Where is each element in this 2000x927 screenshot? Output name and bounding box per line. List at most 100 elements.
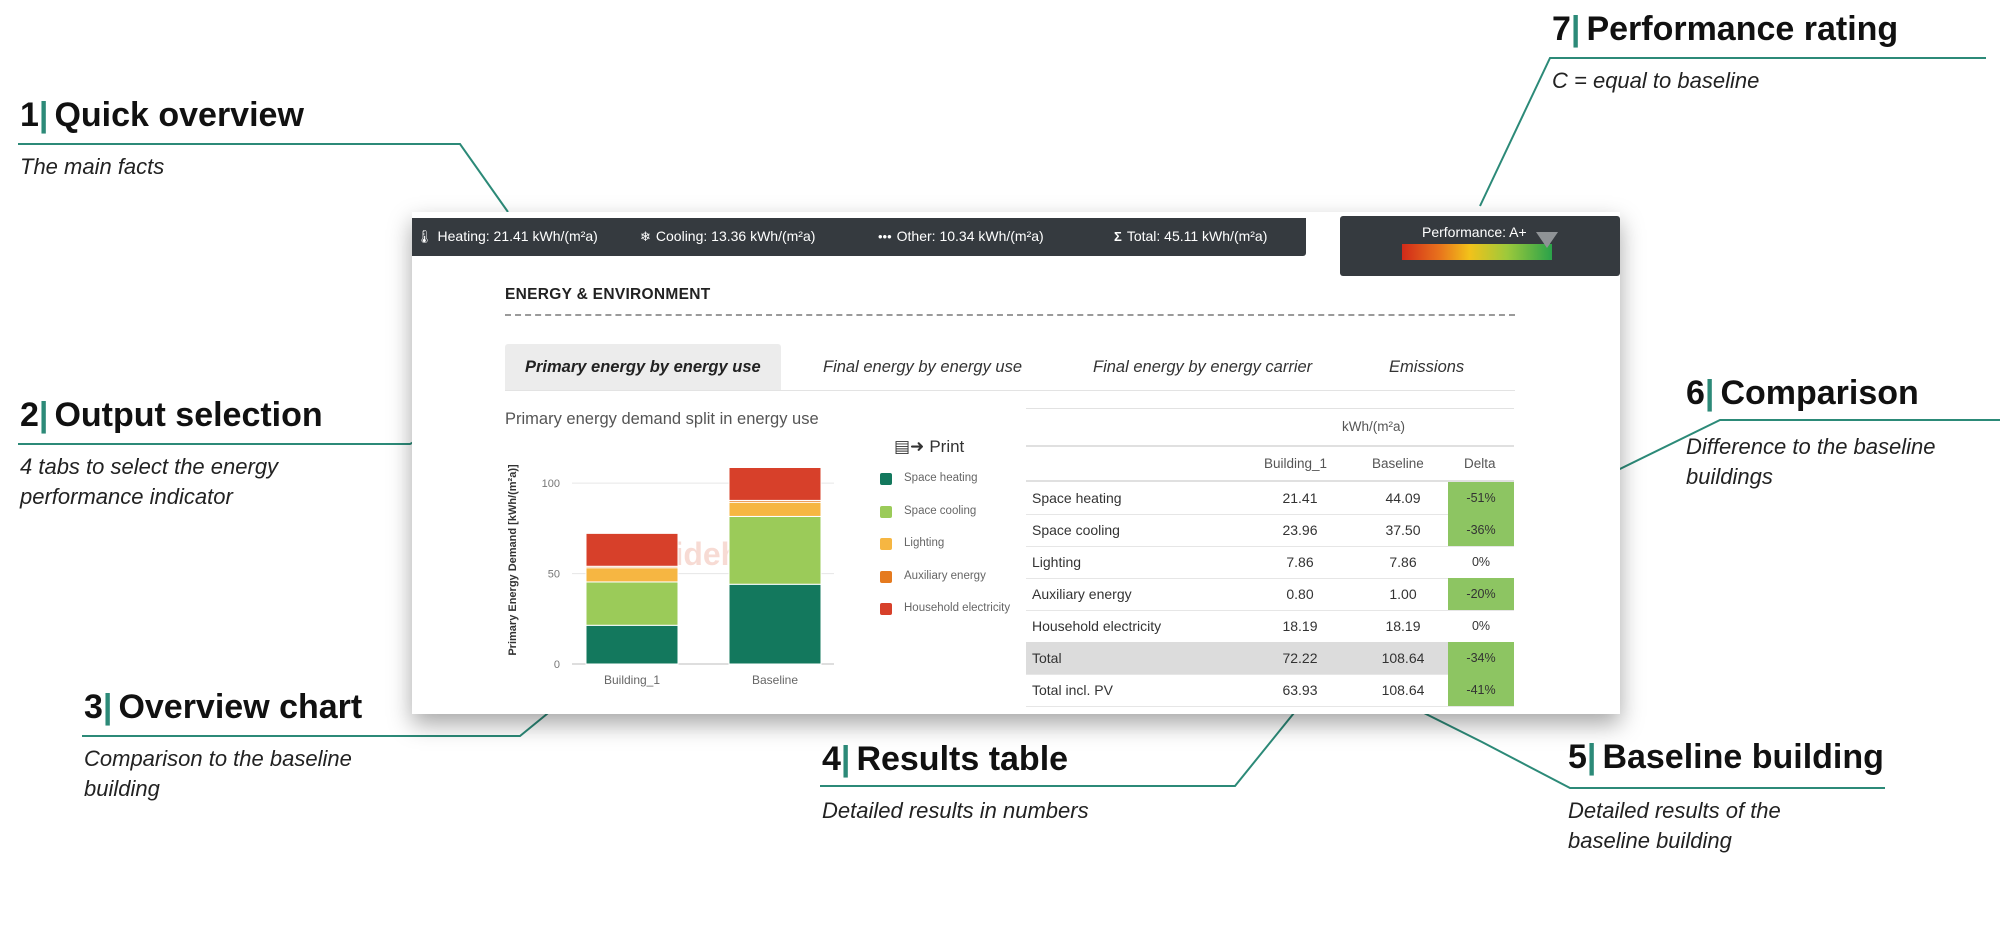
print-icon: ▤➜	[894, 437, 925, 456]
performance-label: Performance: A+	[1422, 224, 1527, 240]
x-tick-label: Building_1	[604, 673, 660, 687]
heating-stat: 🌡 Heating: 21.41 kWh/(m²a)	[416, 228, 598, 244]
callout-overview-chart-subtitle: Comparison to the baseline building	[84, 746, 352, 801]
tab-final-energy-by-energy-carrier[interactable]: Final energy by energy carrier	[1093, 344, 1312, 390]
delta-value: -41%	[1448, 674, 1514, 706]
table-row: Household electricity 18.19 18.19 0%	[1026, 610, 1514, 643]
delta-value: 0%	[1471, 619, 1491, 633]
row-label: Household electricity	[1032, 618, 1162, 634]
bar-segment	[585, 532, 679, 567]
tab-final-energy-by-energy-use[interactable]: Final energy by energy use	[823, 344, 1022, 390]
legend-label: Lighting	[904, 537, 945, 549]
x-tick-label: Baseline	[752, 673, 798, 687]
legend-swatch	[880, 603, 892, 615]
thermometer-icon: 🌡	[416, 229, 433, 244]
legend-label: Space heating	[904, 472, 978, 484]
legend-swatch	[880, 570, 892, 583]
performance-pointer-icon	[1536, 232, 1558, 248]
callout-baseline-building-title: 5| Baseline building	[1568, 738, 1884, 776]
table-row: Space cooling 23.96 37.50 -36%	[1026, 514, 1514, 547]
baseline-value: 1.00	[1389, 586, 1417, 602]
other-stat: ••• Other: 10.34 kWh/(m²a)	[878, 228, 1044, 244]
header-baseline: Baseline	[1372, 456, 1424, 471]
callout-quick-overview-title: 1| Quick overview	[20, 96, 304, 134]
legend-label: Space cooling	[904, 504, 977, 517]
callout-comparison-subtitle: Difference to the baseline buildings	[1686, 434, 1936, 489]
callout-results-table-title: 4| Results table	[822, 740, 1069, 778]
baseline-value: 44.09	[1385, 490, 1421, 506]
building-value: 18.19	[1282, 618, 1318, 634]
building-value: 72.22	[1282, 650, 1318, 666]
y-tick-label: 100	[542, 478, 560, 490]
callout-performance-rating-subtitle: C = equal to baseline	[1552, 68, 1760, 93]
baseline-value: 7.86	[1389, 554, 1417, 570]
legend-swatch	[880, 538, 892, 550]
bar-segment	[728, 467, 822, 501]
dots-icon: •••	[878, 229, 892, 244]
bar-segment	[728, 501, 822, 517]
header-delta: Delta	[1464, 456, 1496, 471]
baseline-value: 108.64	[1381, 682, 1425, 698]
row-label: Space heating	[1032, 490, 1122, 506]
building-value: 23.96	[1282, 522, 1318, 538]
output-tabs: Primary energy by energy use Final energ…	[505, 344, 1515, 391]
bar-segment	[585, 581, 679, 626]
bar-segment	[728, 515, 822, 585]
table-row: Auxiliary energy 0.80 1.00 -20%	[1026, 578, 1514, 611]
tab-emissions[interactable]: Emissions	[1389, 344, 1464, 390]
baseline-value: 108.64	[1381, 650, 1425, 666]
bar-segment	[585, 567, 679, 583]
bar-segment	[728, 583, 822, 665]
performance-scale	[1402, 244, 1552, 260]
legend-label: Household electricity	[904, 602, 1011, 614]
section-title: ENERGY & ENVIRONMENT	[505, 286, 711, 303]
callout-quick-overview-subtitle: The main facts	[20, 154, 165, 179]
callout-output-selection-title: 2| Output selection	[20, 396, 323, 434]
delta-value: -36%	[1448, 514, 1514, 546]
building-value: 21.41	[1282, 490, 1318, 506]
cooling-stat: ❄ Cooling: 13.36 kWh/(m²a)	[640, 228, 816, 244]
row-label: Auxiliary energy	[1032, 586, 1132, 602]
overview-chart: 050100Primary Energy Demand [kWh/(m²a)] G…	[507, 464, 834, 687]
print-button[interactable]: ▤➜ Print	[894, 437, 964, 457]
delta-value: -20%	[1448, 578, 1514, 610]
row-label: Space cooling	[1032, 522, 1120, 538]
callout-performance-rating-title: 7| Performance rating	[1552, 10, 1899, 48]
table-header-row: Building_1 Baseline Delta	[1026, 446, 1514, 482]
row-label: Total	[1032, 650, 1062, 666]
sigma-icon: Σ	[1114, 229, 1122, 244]
callout-output-selection-subtitle: 4 tabs to select the energy performance …	[20, 454, 279, 509]
y-tick-label: 50	[548, 569, 560, 581]
table-unit: kWh/(m²a)	[1342, 419, 1405, 434]
bar-segment	[585, 624, 679, 665]
delta-value: -34%	[1448, 642, 1514, 674]
y-tick-label: 0	[554, 659, 560, 671]
delta-value: 0%	[1471, 555, 1491, 569]
building-value: 0.80	[1286, 586, 1314, 602]
row-label: Total incl. PV	[1032, 682, 1113, 698]
snowflake-icon: ❄	[640, 229, 651, 244]
legend-swatch	[880, 473, 892, 485]
tab-primary-energy-by-energy-use[interactable]: Primary energy by energy use	[505, 344, 781, 390]
chart-subtitle: Primary energy demand split in energy us…	[505, 410, 819, 428]
baseline-value: 37.50	[1385, 522, 1421, 538]
header-building: Building_1	[1264, 456, 1328, 471]
callout-results-table-subtitle: Detailed results in numbers	[822, 798, 1089, 823]
section-divider	[505, 314, 1515, 316]
row-label: Lighting	[1032, 554, 1082, 570]
callout-overview-chart-title: 3| Overview chart	[84, 688, 363, 726]
performance-rating-box: Performance: A+	[1340, 216, 1620, 276]
y-axis-label: Primary Energy Demand [kWh/(m²a)]	[507, 464, 519, 656]
table-row: Lighting 7.86 7.86 0%	[1026, 546, 1514, 579]
legend-label: Auxiliary energy	[904, 569, 986, 582]
table-row: Total 72.22 108.64 -34%	[1026, 642, 1514, 675]
callout-baseline-building-subtitle: Detailed results of the baseline buildin…	[1568, 798, 1781, 853]
baseline-value: 18.19	[1385, 618, 1421, 634]
legend-swatch	[880, 505, 892, 518]
total-stat: Σ Total: 45.11 kWh/(m²a)	[1114, 228, 1268, 244]
table-unit-row: kWh/(m²a)	[1026, 408, 1514, 447]
table-row: Total incl. PV 63.93 108.64 -41%	[1026, 674, 1514, 707]
callout-comparison-title: 6| Comparison	[1686, 374, 1919, 412]
quick-overview-bar: 🌡 Heating: 21.41 kWh/(m²a) ❄ Cooling: 13.3…	[412, 218, 1306, 256]
building-value: 7.86	[1286, 554, 1314, 570]
